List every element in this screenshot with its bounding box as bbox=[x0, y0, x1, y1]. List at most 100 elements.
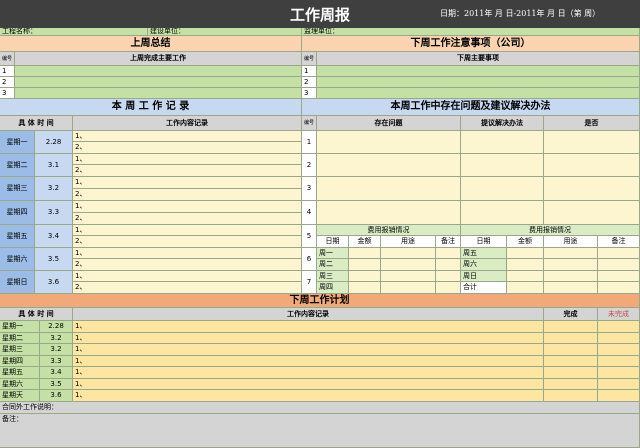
record-line[interactable]: 1、 bbox=[73, 201, 302, 213]
solution-cell[interactable] bbox=[461, 154, 544, 177]
solution-cell[interactable] bbox=[461, 177, 544, 201]
plan-content-line[interactable]: 1、 bbox=[73, 390, 544, 402]
plan-content-line[interactable]: 1、 bbox=[73, 379, 544, 390]
record-line[interactable]: 1、 bbox=[73, 248, 302, 259]
record-line[interactable]: 2、 bbox=[73, 259, 302, 271]
plan-day-date: 3.2 bbox=[40, 333, 73, 344]
expense-col-date: 日期 bbox=[461, 236, 507, 248]
record-line[interactable]: 1、 bbox=[73, 131, 302, 142]
plan-done-cell[interactable] bbox=[544, 367, 598, 379]
plan-undone-cell[interactable] bbox=[598, 333, 640, 344]
day-label: 星期六 bbox=[0, 248, 35, 271]
record-line[interactable]: 1、 bbox=[73, 177, 302, 189]
next-week-notes-row-content[interactable] bbox=[317, 66, 640, 77]
last-week-row-content[interactable] bbox=[15, 66, 302, 77]
plan-done-cell[interactable] bbox=[544, 333, 598, 344]
expense-use-cell[interactable] bbox=[381, 271, 436, 282]
plan-day-label: 星期二 bbox=[0, 333, 40, 344]
expense-note-cell[interactable] bbox=[436, 282, 461, 294]
expense-amount-cell[interactable] bbox=[349, 282, 381, 294]
problem-row-num: 1 bbox=[302, 131, 317, 154]
plan-done-cell[interactable] bbox=[544, 379, 598, 390]
remark-label[interactable]: 备注： bbox=[0, 414, 640, 448]
yesno-cell[interactable] bbox=[544, 177, 640, 201]
plan-undone-cell[interactable] bbox=[598, 367, 640, 379]
expense-amount-cell[interactable] bbox=[349, 271, 381, 282]
expense-note-cell[interactable] bbox=[436, 259, 461, 271]
record-line[interactable]: 1、 bbox=[73, 271, 302, 282]
plan-undone-cell[interactable] bbox=[598, 344, 640, 356]
day-date: 2.28 bbox=[35, 131, 73, 154]
plan-content-line[interactable]: 1、 bbox=[73, 356, 544, 367]
expense-note-cell[interactable] bbox=[598, 271, 640, 282]
expense-day: 周五 bbox=[461, 248, 507, 259]
expense-day: 周四 bbox=[317, 282, 349, 294]
plan-content-line[interactable]: 1、 bbox=[73, 333, 544, 344]
plan-undone-cell[interactable] bbox=[598, 390, 640, 402]
expense-note-cell[interactable] bbox=[436, 271, 461, 282]
expense-amount-cell[interactable] bbox=[507, 259, 544, 271]
yesno-cell[interactable] bbox=[544, 154, 640, 177]
plan-day-label: 星期一 bbox=[0, 321, 40, 333]
solution-cell[interactable] bbox=[461, 201, 544, 225]
expense-use-cell[interactable] bbox=[544, 271, 598, 282]
record-line[interactable]: 2、 bbox=[73, 142, 302, 154]
yesno-cell[interactable] bbox=[544, 201, 640, 225]
record-line[interactable]: 1、 bbox=[73, 225, 302, 236]
expense-use-cell[interactable] bbox=[381, 259, 436, 271]
expense-note-cell[interactable] bbox=[436, 248, 461, 259]
expense-title-left: 费用报销情况 bbox=[317, 225, 461, 236]
last-week-row-content[interactable] bbox=[15, 88, 302, 99]
problem-row-num: 3 bbox=[302, 177, 317, 201]
day-label: 星期日 bbox=[0, 271, 35, 294]
problem-cell[interactable] bbox=[317, 177, 461, 201]
record-line[interactable]: 2、 bbox=[73, 165, 302, 177]
plan-undone-cell[interactable] bbox=[598, 321, 640, 333]
plan-content-line[interactable]: 1、 bbox=[73, 321, 544, 333]
record-line[interactable]: 1、 bbox=[73, 154, 302, 165]
problem-cell[interactable] bbox=[317, 154, 461, 177]
extra-work-label[interactable]: 合同外工作说明： bbox=[0, 402, 640, 414]
yesno-cell[interactable] bbox=[544, 131, 640, 154]
expense-note-cell[interactable] bbox=[598, 282, 640, 294]
plan-content-line[interactable]: 1、 bbox=[73, 367, 544, 379]
day-label: 星期三 bbox=[0, 177, 35, 201]
record-line[interactable]: 2、 bbox=[73, 236, 302, 248]
problems-problem-header: 存在问题 bbox=[317, 116, 461, 131]
expense-use-cell[interactable] bbox=[381, 248, 436, 259]
expense-amount-cell[interactable] bbox=[507, 248, 544, 259]
next-week-notes-row-content[interactable] bbox=[317, 77, 640, 88]
plan-done-cell[interactable] bbox=[544, 356, 598, 367]
this-week-content-header: 工作内容记录 bbox=[73, 116, 302, 131]
plan-undone-cell[interactable] bbox=[598, 356, 640, 367]
expense-note-cell[interactable] bbox=[598, 259, 640, 271]
record-line[interactable]: 2、 bbox=[73, 213, 302, 225]
last-week-row-content[interactable] bbox=[15, 77, 302, 88]
solution-cell[interactable] bbox=[461, 131, 544, 154]
record-line[interactable]: 2、 bbox=[73, 282, 302, 294]
next-week-notes-row-content[interactable] bbox=[317, 88, 640, 99]
expense-use-cell[interactable] bbox=[544, 259, 598, 271]
plan-day-label: 星期六 bbox=[0, 379, 40, 390]
expense-amount-cell[interactable] bbox=[507, 271, 544, 282]
expense-use-cell[interactable] bbox=[381, 282, 436, 294]
expense-note-cell[interactable] bbox=[598, 248, 640, 259]
expense-use-cell[interactable] bbox=[544, 248, 598, 259]
problem-row-num: 7 bbox=[302, 271, 317, 294]
expense-day: 周日 bbox=[461, 271, 507, 282]
problem-cell[interactable] bbox=[317, 201, 461, 225]
expense-day: 周二 bbox=[317, 259, 349, 271]
expense-col-note: 备注 bbox=[598, 236, 640, 248]
expense-amount-cell[interactable] bbox=[507, 282, 544, 294]
plan-done-cell[interactable] bbox=[544, 390, 598, 402]
expense-use-cell[interactable] bbox=[544, 282, 598, 294]
plan-done-cell[interactable] bbox=[544, 321, 598, 333]
problem-cell[interactable] bbox=[317, 131, 461, 154]
plan-done-cell[interactable] bbox=[544, 344, 598, 356]
last-week-title: 上周总结 bbox=[0, 36, 302, 52]
expense-amount-cell[interactable] bbox=[349, 248, 381, 259]
record-line[interactable]: 2、 bbox=[73, 189, 302, 201]
expense-amount-cell[interactable] bbox=[349, 259, 381, 271]
plan-content-line[interactable]: 1、 bbox=[73, 344, 544, 356]
plan-undone-cell[interactable] bbox=[598, 379, 640, 390]
